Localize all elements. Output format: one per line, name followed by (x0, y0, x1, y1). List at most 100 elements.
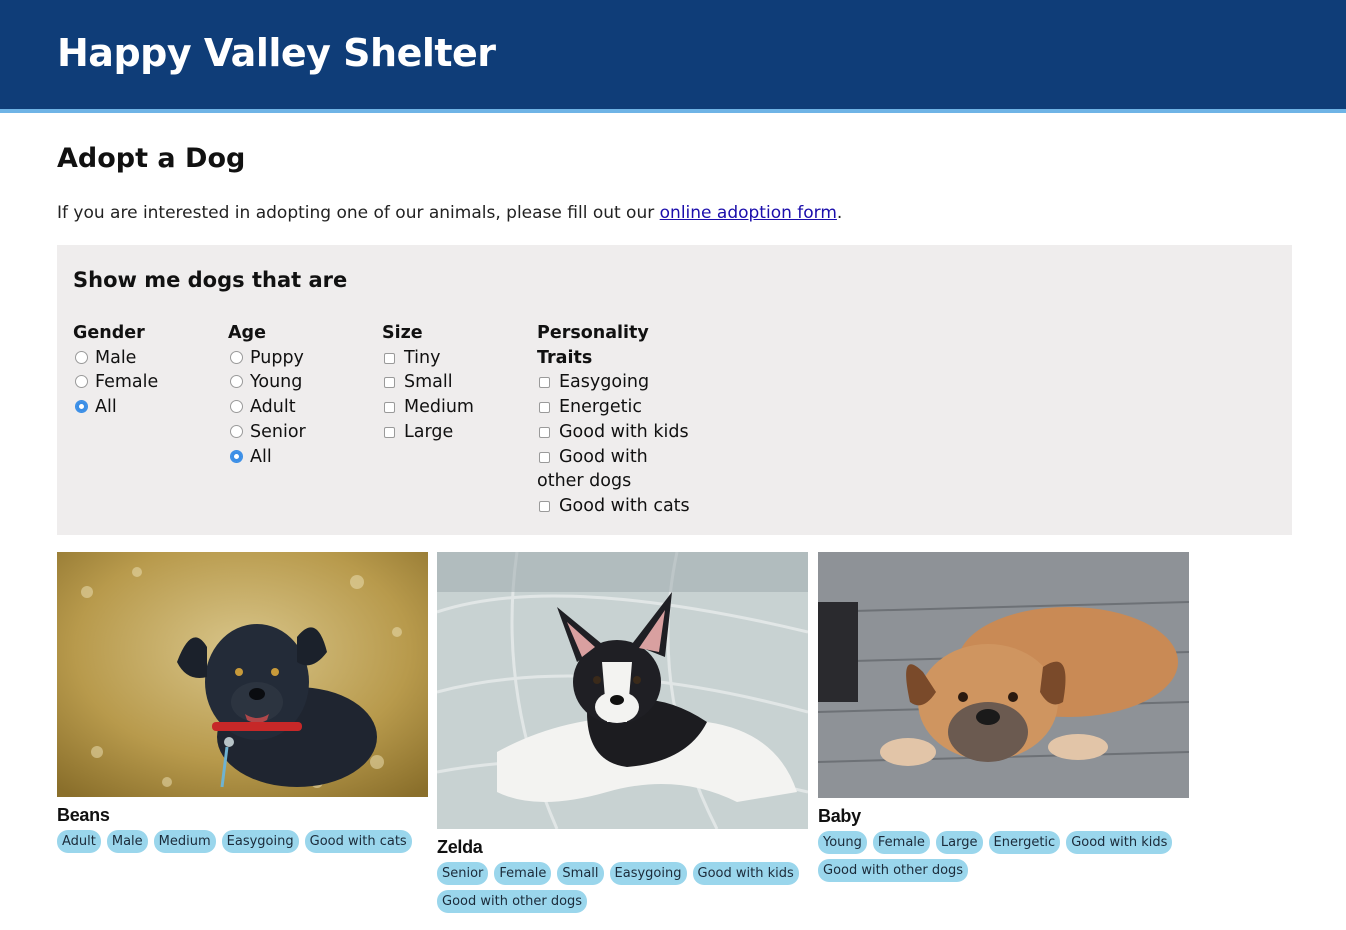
tag-badge[interactable]: Good with kids (692, 862, 799, 885)
gender-option-all[interactable]: All (73, 395, 158, 420)
dog-tags: Adult Male Medium Easygoing Good with ca… (57, 830, 428, 853)
age-option-label: Puppy (250, 347, 304, 368)
age-option-senior[interactable]: Senior (228, 420, 306, 445)
dog-photo-zelda (437, 552, 808, 829)
size-option-large[interactable]: Large (382, 420, 474, 445)
trait-option-easygoing[interactable]: Easygoing (537, 370, 690, 395)
gender-option-label: All (95, 397, 117, 418)
tag-badge[interactable]: Good with cats (304, 830, 412, 853)
checkbox-icon[interactable] (539, 402, 550, 414)
age-option-adult[interactable]: Adult (228, 395, 306, 420)
radio-selected-icon[interactable] (230, 449, 243, 463)
dog-card-zelda[interactable]: Zelda Senior Female Small Easygoing Good… (437, 552, 808, 913)
tag-badge[interactable]: Female (494, 862, 552, 885)
dog-tags: Senior Female Small Easygoing Good with … (437, 862, 808, 913)
tag-badge[interactable]: Easygoing (609, 862, 687, 885)
radio-icon[interactable] (75, 350, 88, 364)
tag-badge[interactable]: Adult (57, 830, 101, 853)
tag-badge[interactable]: Medium (153, 830, 216, 853)
personality-filter-title: Personality Traits (537, 321, 690, 370)
gender-option-label: Female (95, 372, 159, 393)
tag-badge[interactable]: Easygoing (221, 830, 299, 853)
dog-photo-baby (818, 552, 1189, 798)
radio-icon[interactable] (230, 424, 243, 438)
dog-name: Zelda (437, 837, 483, 857)
tag-badge[interactable]: Good with other dogs (437, 890, 588, 913)
size-filter-group: Size Tiny Small Medium Large (382, 321, 474, 445)
tag-badge[interactable]: Good with kids (1066, 831, 1173, 854)
adoption-form-link[interactable]: online adoption form (660, 203, 837, 223)
trait-option-label: Good with (559, 446, 648, 467)
checkbox-icon[interactable] (384, 352, 395, 364)
age-option-all[interactable]: All (228, 445, 306, 470)
tag-badge[interactable]: Female (872, 831, 930, 854)
trait-option-label: Good with kids (559, 421, 689, 442)
dog-tags: Young Female Large Energetic Good with k… (818, 831, 1189, 882)
dog-card-baby[interactable]: Baby Young Female Large Energetic Good w… (818, 552, 1189, 882)
radio-selected-icon[interactable] (75, 400, 88, 414)
size-option-label: Medium (404, 397, 474, 418)
size-option-tiny[interactable]: Tiny (382, 346, 474, 371)
personality-title-line: Personality (537, 323, 649, 343)
size-filter-title: Size (382, 323, 423, 343)
size-option-small[interactable]: Small (382, 370, 474, 395)
gender-option-female[interactable]: Female (73, 370, 158, 395)
filter-panel: Show me dogs that are Gender Male Female… (57, 245, 1292, 535)
tag-badge[interactable]: Energetic (988, 831, 1061, 854)
tag-badge[interactable]: Small (557, 862, 604, 885)
gender-option-label: Male (95, 347, 137, 368)
checkbox-icon[interactable] (539, 377, 550, 389)
personality-filter-group: Personality Traits Easygoing Energetic Go… (537, 321, 690, 519)
page-title: Adopt a Dog (57, 143, 246, 174)
radio-icon[interactable] (230, 350, 243, 364)
checkbox-icon[interactable] (384, 402, 395, 414)
dog-card-beans[interactable]: Beans Adult Male Medium Easygoing Good w… (57, 552, 428, 853)
intro-text: If you are interested in adopting one of… (57, 203, 842, 223)
gender-filter-group: Gender Male Female All (73, 321, 158, 420)
checkbox-icon[interactable] (384, 377, 395, 389)
age-option-young[interactable]: Young (228, 370, 306, 395)
size-option-medium[interactable]: Medium (382, 395, 474, 420)
filter-heading: Show me dogs that are (73, 268, 348, 292)
radio-icon[interactable] (230, 400, 243, 414)
personality-title-line: Traits (537, 347, 593, 368)
gender-option-male[interactable]: Male (73, 346, 158, 371)
checkbox-icon[interactable] (539, 451, 550, 463)
gender-filter-title: Gender (73, 323, 145, 343)
radio-icon[interactable] (75, 375, 88, 389)
age-option-puppy[interactable]: Puppy (228, 346, 306, 371)
tag-badge[interactable]: Good with other dogs (818, 859, 969, 882)
age-filter-title: Age (228, 323, 266, 343)
checkbox-icon[interactable] (539, 426, 550, 438)
size-option-label: Large (404, 421, 454, 442)
age-option-label: All (250, 446, 272, 467)
trait-option-energetic[interactable]: Energetic (537, 395, 690, 420)
tag-badge[interactable]: Male (106, 830, 148, 853)
tag-badge[interactable]: Young (818, 831, 867, 854)
dog-name: Baby (818, 806, 861, 826)
site-header: Happy Valley Shelter (0, 0, 1346, 113)
age-option-label: Senior (250, 421, 306, 442)
tag-badge[interactable]: Large (935, 831, 983, 854)
intro-text-end: . (836, 203, 843, 223)
trait-option-good-with-kids[interactable]: Good with kids (537, 420, 690, 445)
trait-option-label-wrap: other dogs (537, 471, 632, 492)
dog-photo-beans (57, 552, 428, 797)
dog-name: Beans (57, 805, 110, 825)
checkbox-icon[interactable] (384, 426, 395, 438)
checkbox-icon[interactable] (539, 500, 550, 512)
trait-option-label: Easygoing (559, 372, 650, 393)
intro-text-start: If you are interested in adopting one of… (57, 203, 660, 223)
age-option-label: Young (250, 372, 303, 393)
size-option-label: Tiny (404, 347, 441, 368)
site-title: Happy Valley Shelter (57, 31, 496, 75)
age-filter-group: Age Puppy Young Adult Senior All (228, 321, 306, 469)
trait-option-good-with-cats[interactable]: Good with cats (537, 494, 690, 519)
size-option-label: Small (404, 372, 453, 393)
trait-option-label: Energetic (559, 397, 643, 418)
trait-option-good-with-other-dogs[interactable]: Good with other dogs (537, 445, 690, 494)
tag-badge[interactable]: Senior (437, 862, 489, 885)
trait-option-label: Good with cats (559, 495, 690, 516)
age-option-label: Adult (250, 397, 296, 418)
radio-icon[interactable] (230, 375, 243, 389)
